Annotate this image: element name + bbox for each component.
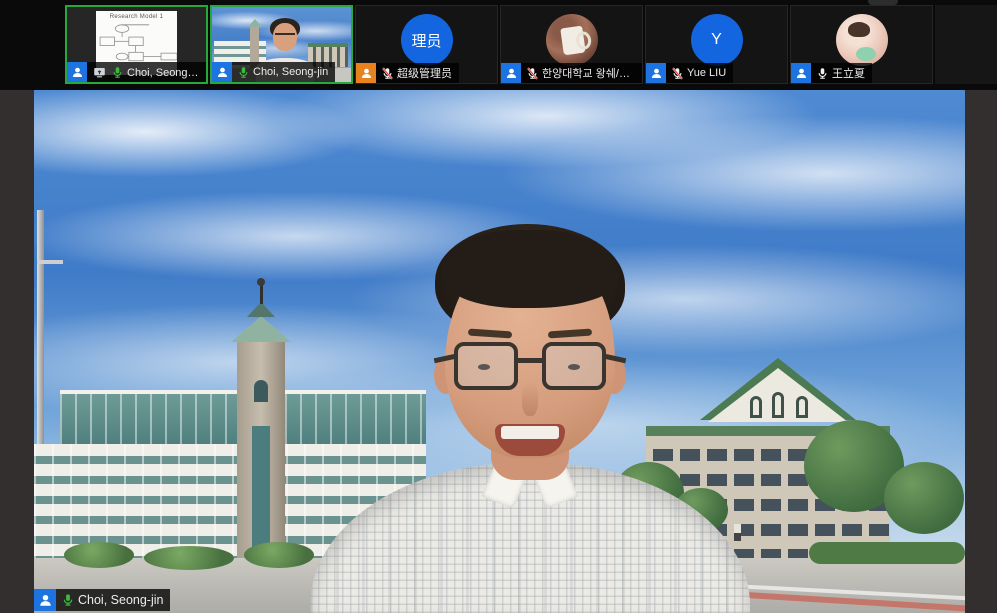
mic-on-icon — [815, 67, 829, 80]
photo-avatar — [836, 14, 888, 66]
main-video-tile[interactable]: Choi, Seong-jin — [34, 90, 965, 613]
main-speaker-name: Choi, Seong-jin — [78, 593, 163, 607]
meeting-window: Research Model 1 — [0, 0, 997, 613]
research-model-diagram — [96, 21, 177, 65]
mic-muted-icon — [525, 67, 539, 80]
participant-tile-wanglixia[interactable]: 王立夏 — [790, 5, 933, 84]
hedge-row — [809, 542, 965, 564]
bush — [64, 542, 134, 568]
speaker-hair-fringe — [441, 230, 619, 308]
gable-window — [772, 392, 784, 418]
tower-glass-strip — [252, 426, 270, 560]
person-icon — [34, 589, 56, 611]
speaker-mouth — [495, 424, 565, 456]
person-icon — [646, 63, 666, 83]
tower-roof-peak — [247, 302, 275, 317]
participant-filmstrip: Research Model 1 — [0, 0, 997, 90]
gable-window — [796, 396, 808, 418]
mic-on-icon — [60, 593, 75, 607]
bush — [244, 542, 314, 568]
participant-namebar: 超级管理员 — [356, 63, 459, 83]
mini-tower-roof — [248, 19, 262, 27]
tower-roof — [231, 316, 291, 342]
screenshare-icon — [91, 66, 107, 79]
mic-on-icon — [236, 66, 250, 79]
speaker-glasses-bridge — [518, 358, 542, 363]
person-icon — [67, 62, 87, 82]
main-speaker-namebar: Choi, Seong-jin — [34, 589, 170, 611]
initials-avatar: 理员 — [401, 14, 453, 66]
speaker-glasses-lens — [542, 342, 606, 390]
participant-namebar: Choi, Seong-jin的屏幕... — [67, 62, 206, 82]
speaker-teeth — [501, 426, 559, 439]
mic-muted-icon — [380, 67, 394, 80]
person-icon-host — [356, 63, 376, 83]
person-icon — [212, 62, 232, 82]
mug-graphic — [560, 26, 586, 56]
participant-name: 한양대학교 왕쉐/王雪 — [542, 65, 635, 81]
participant-name: Choi, Seong-jin — [253, 66, 328, 78]
clock-tower — [237, 340, 285, 562]
bush — [144, 546, 234, 570]
speaker-glasses-lens — [454, 342, 518, 390]
tower-spire-finial — [257, 278, 265, 286]
baby-bib-graphic — [856, 47, 876, 61]
light-pole-arm — [37, 260, 63, 264]
filmstrip-empty-space — [935, 5, 997, 84]
participant-namebar: 王立夏 — [791, 63, 872, 83]
participant-name: 超级管理员 — [397, 65, 452, 81]
participant-namebar: 한양대학교 왕쉐/王雪 — [501, 63, 642, 83]
initials-avatar: Y — [691, 14, 743, 66]
photo-avatar — [546, 14, 598, 66]
participant-namebar: Yue LIU — [646, 63, 733, 83]
slide-title: Research Model 1 — [96, 14, 177, 20]
mic-muted-icon — [670, 67, 684, 80]
participant-tile-wangxue[interactable]: 한양대학교 왕쉐/王雪 — [500, 5, 643, 84]
tower-arch-window — [254, 380, 268, 402]
baby-hair-graphic — [848, 22, 870, 37]
participant-tile-choi-camera[interactable]: Choi, Seong-jin — [210, 5, 353, 84]
person-icon — [791, 63, 811, 83]
participant-name: Choi, Seong-jin的屏幕... — [127, 64, 199, 80]
speaker-nose — [522, 382, 538, 416]
pedestrian — [734, 524, 741, 541]
participant-namebar: Choi, Seong-jin — [212, 62, 335, 82]
pine-tree — [884, 462, 964, 534]
mic-on-icon — [110, 66, 124, 79]
participant-name: 王立夏 — [832, 65, 865, 81]
stage: Choi, Seong-jin — [0, 90, 997, 613]
participant-tile-admin[interactable]: 理员 超级管理员 — [355, 5, 498, 84]
participant-tile-screenshare[interactable]: Research Model 1 — [65, 5, 208, 84]
person-icon — [501, 63, 521, 83]
participant-tile-yueliu[interactable]: Y Yue LIU — [645, 5, 788, 84]
participant-name: Yue LIU — [687, 67, 726, 79]
gable-window — [750, 396, 762, 418]
mini-person-glasses — [275, 33, 295, 39]
